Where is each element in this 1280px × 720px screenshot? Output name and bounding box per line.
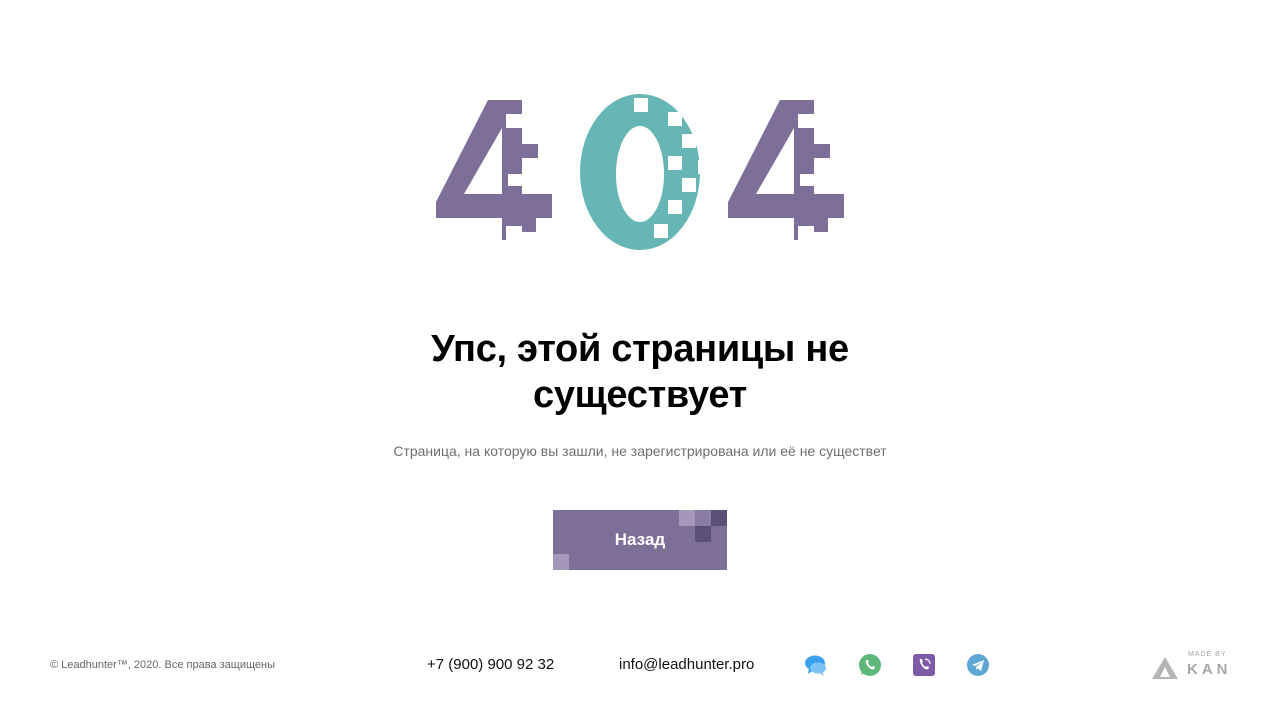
page-title-line1: Упс, этой страницы не	[431, 328, 849, 370]
page-title: Упс, этой страницы не существует	[340, 326, 940, 418]
digit-zero	[580, 94, 712, 250]
digit-four-left	[436, 100, 552, 240]
email-link[interactable]: info@leadhunter.pro	[619, 656, 754, 673]
whatsapp-icon[interactable]	[858, 653, 882, 677]
made-by-kan-logo[interactable]: MADE BY KAN	[1150, 651, 1234, 681]
page-subtitle: Страница, на которую вы зашли, не зареги…	[393, 443, 887, 459]
chat-bubbles-icon[interactable]	[804, 653, 828, 677]
back-button[interactable]: Назад	[553, 510, 727, 570]
made-by-label: MADE BY	[1188, 651, 1227, 658]
kan-triangle-icon	[1152, 657, 1178, 679]
back-button-label: Назад	[614, 530, 666, 549]
made-by-brand: KAN	[1187, 661, 1232, 678]
copyright-text: © Leadhunter™, 2020. Все права защищены	[50, 659, 275, 671]
phone-link[interactable]: +7 (900) 900 92 32	[427, 656, 554, 673]
page-title-line2: существует	[533, 374, 747, 416]
error-404-graphic	[430, 90, 850, 260]
viber-icon[interactable]	[912, 653, 936, 677]
footer: © Leadhunter™, 2020. Все права защищены …	[0, 645, 1280, 685]
telegram-icon[interactable]	[966, 653, 990, 677]
digit-four-right	[728, 100, 844, 240]
